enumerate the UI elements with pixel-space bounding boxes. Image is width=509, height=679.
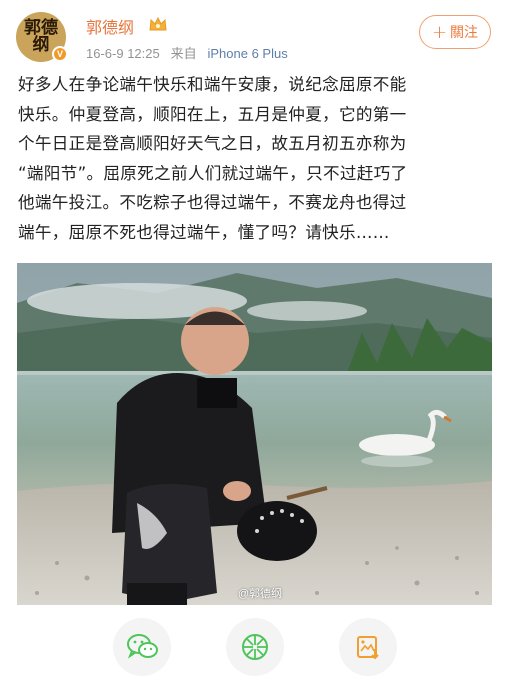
share-moments-button[interactable] (226, 618, 284, 676)
post-meta: 16-6-9 12:25 来自 iPhone 6 Plus (86, 43, 288, 62)
post-text-line: “端阳节”。屈原死之前人们就过端午，只不过赶巧了 (18, 163, 408, 183)
post-text-line: 他端午投江。不吃粽子也得过端午，不赛龙舟也得过 (18, 193, 407, 212)
follow-button[interactable]: + 關注 (419, 15, 491, 49)
save-image-icon (357, 636, 379, 660)
photo-watermark: @郭德纲 (237, 588, 282, 600)
plus-icon: + (431, 21, 448, 43)
source-prefix: 来自 (170, 46, 197, 61)
share-wechat-button[interactable] (113, 618, 171, 676)
crown-icon (149, 16, 167, 31)
post-text-line: 好多人在争论端午快乐和端午安康，说纪念屈原不能 (18, 75, 407, 94)
username[interactable]: 郭德纲 (86, 14, 134, 38)
post-text-line: 端午，屈原不死也得过端午，懂了吗？请快乐…… (18, 222, 390, 242)
post-text-line: 快乐。仲夏登高，顺阳在上，五月是仲夏，它的第一 (18, 104, 407, 124)
post-body: 好多人在争论端午快乐和端午安康，说纪念屈原不能 快乐。仲夏登高，顺阳在上，五月是… (18, 70, 496, 247)
verified-badge-icon: V (52, 46, 68, 62)
post-text-line: 个午日正是登高顺阳好天气之日，故五月初五亦称为 (18, 134, 407, 153)
post-photo[interactable]: @郭德纲 (17, 263, 492, 605)
timestamp: 16-6-9 12:25 (86, 46, 160, 61)
share-bar (0, 618, 509, 676)
wechat-icon (127, 634, 158, 659)
source-device[interactable]: iPhone 6 Plus (208, 46, 288, 61)
save-image-button[interactable] (339, 618, 397, 676)
follow-label: 關注 (450, 25, 479, 41)
post-header: 郭德纲 V 郭德纲 16-6-9 12:25 来自 iPhone 6 Plus … (0, 0, 509, 68)
photo-scene (17, 263, 492, 605)
moments-icon (242, 634, 268, 660)
